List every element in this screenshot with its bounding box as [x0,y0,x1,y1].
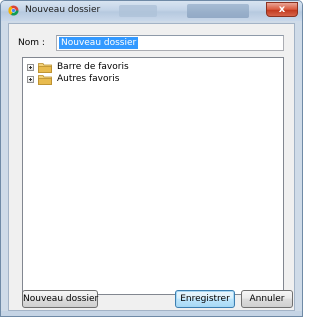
dialog-content: Nom : Nouveau dossier Barre de favoris A… [8,23,295,311]
tree-item-other-bookmarks[interactable]: Autres favoris [27,74,227,86]
close-button[interactable]: x [266,2,298,17]
tree-item-bookmarks-bar[interactable]: Barre de favoris [27,62,227,74]
background-window-blur [119,5,157,17]
window-bottom-frame [1,311,302,316]
folder-name-value[interactable]: Nouveau dossier [59,37,139,49]
folder-icon [38,63,52,73]
title-bar[interactable]: Nouveau dossier x [1,1,302,21]
folder-icon [38,75,52,85]
new-folder-button[interactable]: Nouveau dossier [22,290,98,308]
name-label: Nom : [18,38,45,48]
save-button[interactable]: Enregistrer [175,290,235,308]
cancel-button[interactable]: Annuler [241,290,293,308]
expand-icon[interactable] [27,76,34,83]
tree-item-label: Barre de favoris [57,62,129,72]
dialog-window: Nouveau dossier x Nom : Nouveau dossier … [0,0,303,317]
tree-item-label: Autres favoris [57,74,120,84]
window-title: Nouveau dossier [25,5,101,15]
expand-icon[interactable] [27,64,34,71]
folder-tree[interactable]: Barre de favoris Autres favoris [22,57,284,295]
folder-name-input[interactable]: Nouveau dossier [56,35,284,51]
background-window-blur [187,4,249,18]
chrome-icon [8,5,19,16]
